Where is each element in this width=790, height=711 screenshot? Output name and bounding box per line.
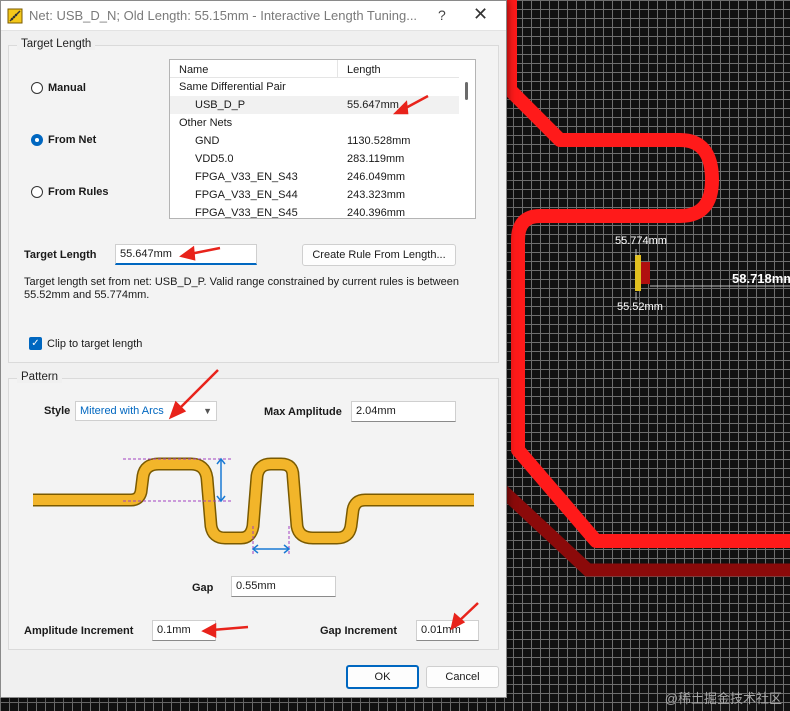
list-item-name: FPGA_V33_EN_S43 xyxy=(195,171,298,183)
clip-to-target-checkbox[interactable]: ✓ Clip to target length xyxy=(29,337,142,350)
column-length-header[interactable]: Length xyxy=(338,60,381,77)
info-line-2: 55.52mm and 55.774mm. xyxy=(24,289,150,301)
list-item-length: 240.396mm xyxy=(347,207,406,219)
list-item-length: 246.049mm xyxy=(347,171,406,183)
radio-manual-label: Manual xyxy=(48,82,86,94)
target-length-label: Target Length xyxy=(24,249,97,261)
list-item-usb-d-p[interactable]: USB_D_P 55.647mm xyxy=(170,96,475,114)
target-length-input[interactable]: 55.647mm xyxy=(115,244,257,265)
info-line-1: Target length set from net: USB_D_P. Val… xyxy=(24,276,459,288)
target-length-group-title: Target Length xyxy=(17,38,96,50)
style-select[interactable]: Mitered with Arcs ▼ xyxy=(75,401,217,421)
length-gauge xyxy=(635,255,641,291)
amplitude-increment-label: Amplitude Increment xyxy=(24,625,134,637)
dark-trace xyxy=(495,483,790,577)
pattern-preview xyxy=(33,457,474,556)
radio-from-net-label: From Net xyxy=(48,134,97,146)
chevron-down-icon[interactable]: ▼ xyxy=(203,406,212,416)
create-rule-button[interactable]: Create Rule From Length... xyxy=(302,244,456,266)
scroll-thumb[interactable] xyxy=(465,82,468,100)
clip-checkbox-label: Clip to target length xyxy=(47,337,143,350)
radio-from-net-circle[interactable] xyxy=(31,134,43,146)
title-bar[interactable]: Net: USB_D_N; Old Length: 55.15mm - Inte… xyxy=(1,1,506,31)
list-item[interactable]: GND 1130.528mm xyxy=(170,132,475,150)
ok-button[interactable]: OK xyxy=(346,665,419,689)
style-select-value: Mitered with Arcs xyxy=(80,405,164,417)
max-amplitude-label: Max Amplitude xyxy=(264,406,342,418)
cancel-button[interactable]: Cancel xyxy=(426,666,499,688)
close-icon[interactable]: ✕ xyxy=(473,4,488,25)
gap-increment-label: Gap Increment xyxy=(320,625,398,637)
amplitude-increment-input[interactable]: 0.1mm xyxy=(152,620,216,641)
gap-input[interactable]: 0.55mm xyxy=(231,576,336,597)
checkmark-icon[interactable]: ✓ xyxy=(29,337,42,350)
radio-manual[interactable]: Manual xyxy=(31,82,86,94)
list-item-name: FPGA_V33_EN_S44 xyxy=(195,189,298,201)
list-item[interactable]: FPGA_V33_EN_S43 246.049mm xyxy=(170,168,475,186)
list-item[interactable]: VDD5.0 283.119mm xyxy=(170,150,475,168)
help-icon[interactable]: ? xyxy=(438,7,446,23)
gap-label: Gap xyxy=(192,582,214,594)
list-item-name: FPGA_V33_EN_S45 xyxy=(195,207,298,219)
target-length-info: Target length set from net: USB_D_P. Val… xyxy=(24,276,494,302)
list-header: Name Length xyxy=(170,60,475,78)
radio-from-rules-label: From Rules xyxy=(48,186,109,198)
radio-manual-circle[interactable] xyxy=(31,82,43,94)
list-group-row: Same Differential Pair xyxy=(179,81,286,93)
list-group-row: Other Nets xyxy=(179,117,233,129)
ruler-app-icon xyxy=(7,8,23,23)
max-amplitude-input[interactable]: 2.04mm xyxy=(351,401,456,422)
pattern-group-title: Pattern xyxy=(17,371,63,383)
column-name-header[interactable]: Name xyxy=(170,60,338,77)
list-item-length: 1130.528mm xyxy=(347,135,411,147)
list-item-length: 243.323mm xyxy=(347,189,406,201)
style-label: Style xyxy=(44,405,71,417)
list-item-length: 55.647mm xyxy=(347,99,399,111)
length-tuning-dialog: Net: USB_D_N; Old Length: 55.15mm - Inte… xyxy=(0,0,507,698)
gauge-upper-label: 55.774mm xyxy=(615,235,667,247)
list-item-name: GND xyxy=(195,135,220,147)
list-item-name: USB_D_P xyxy=(195,99,246,111)
gap-increment-input[interactable]: 0.01mm xyxy=(416,620,479,641)
trace-length-label: 58.718mm xyxy=(732,271,790,286)
watermark: @稀土掘金技术社区 xyxy=(664,691,782,706)
list-scrollbar[interactable] xyxy=(459,60,475,218)
window-title: Net: USB_D_N; Old Length: 55.15mm - Inte… xyxy=(29,8,418,23)
list-item[interactable]: FPGA_V33_EN_S45 240.396mm xyxy=(170,204,475,219)
list-item[interactable]: FPGA_V33_EN_S44 243.323mm xyxy=(170,186,475,204)
radio-from-net[interactable]: From Net xyxy=(31,134,96,146)
net-length-list[interactable]: Name Length Same Differential Pair USB_D… xyxy=(169,59,476,219)
radio-from-rules[interactable]: From Rules xyxy=(31,186,109,198)
list-item-name: VDD5.0 xyxy=(195,153,234,165)
list-item-length: 283.119mm xyxy=(347,153,405,165)
gauge-lower-label: 55.52mm xyxy=(617,301,663,313)
radio-from-rules-circle[interactable] xyxy=(31,186,43,198)
